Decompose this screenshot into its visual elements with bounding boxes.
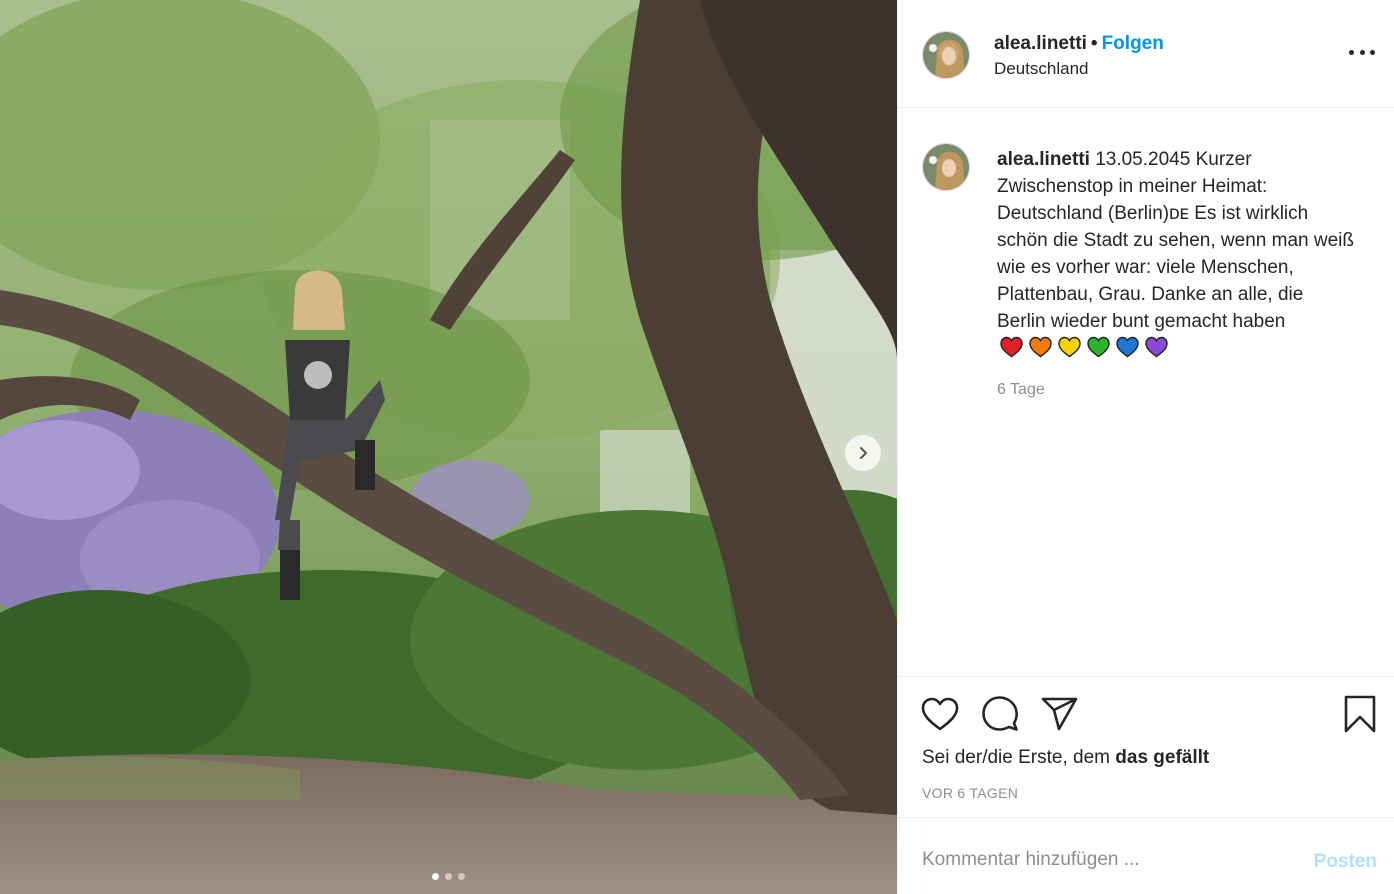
post-photo[interactable]	[0, 0, 897, 894]
likes-summary: Sei der/die Erste, dem das gefällt	[922, 747, 1209, 769]
post-header: alea.linetti • Folgen Deutschland	[898, 0, 1394, 108]
carousel-indicator	[0, 873, 897, 880]
location-link[interactable]: Deutschland	[994, 59, 1089, 79]
header-username-row: alea.linetti • Folgen	[994, 33, 1164, 55]
separator-dot: •	[1090, 33, 1098, 54]
caption-avatar[interactable]	[922, 143, 970, 191]
comment-box: Posten	[898, 817, 1394, 894]
post-timestamp: VOR 6 TAGEN	[922, 785, 1019, 801]
caption-body: Kurzer Zwischenstop in meiner Heimat: De…	[997, 149, 1354, 332]
heart-emojis	[999, 336, 1169, 358]
likes-link[interactable]: das gefällt	[1115, 747, 1209, 768]
post-side-panel: alea.linetti • Folgen Deutschland alea.lin…	[897, 0, 1394, 894]
caption-date: 13.05.2045	[1095, 149, 1191, 170]
caption-area: alea.linetti 13.05.2045 Kurzer Zwischens…	[898, 108, 1394, 676]
heart-emoji-2	[1029, 336, 1052, 358]
avatar[interactable]	[922, 31, 970, 79]
bookmark-icon[interactable]	[1340, 694, 1380, 734]
likes-prefix: Sei der/die Erste, dem	[922, 747, 1116, 768]
avatar-image	[923, 144, 969, 190]
heart-emoji-6	[1145, 336, 1168, 358]
comment-input[interactable]	[922, 849, 1282, 871]
chevron-right-icon	[860, 447, 867, 459]
send-icon[interactable]	[1040, 694, 1080, 734]
photo-scene	[0, 0, 897, 894]
carousel-dot-1	[432, 873, 439, 880]
heart-emoji-3	[1058, 336, 1081, 358]
next-photo-button[interactable]	[845, 435, 881, 471]
header-username[interactable]: alea.linetti	[994, 33, 1087, 54]
caption-text: alea.linetti 13.05.2045 Kurzer Zwischens…	[997, 146, 1357, 362]
avatar-image	[923, 32, 969, 78]
follow-button[interactable]: Folgen	[1102, 33, 1164, 54]
more-options-icon[interactable]	[1349, 44, 1375, 60]
comment-icon[interactable]	[980, 694, 1020, 734]
post-actions: Sei der/die Erste, dem das gefällt VOR 6…	[898, 676, 1394, 817]
caption-username[interactable]: alea.linetti	[997, 149, 1090, 170]
caption-age: 6 Tage	[997, 381, 1045, 398]
heart-icon[interactable]	[920, 694, 960, 734]
post-comment-button[interactable]: Posten	[1314, 851, 1377, 873]
heart-emoji-5	[1116, 336, 1139, 358]
heart-emoji-4	[1087, 336, 1110, 358]
heart-emoji-1	[1000, 336, 1023, 358]
carousel-dot-3	[458, 873, 465, 880]
carousel-dot-2	[445, 873, 452, 880]
